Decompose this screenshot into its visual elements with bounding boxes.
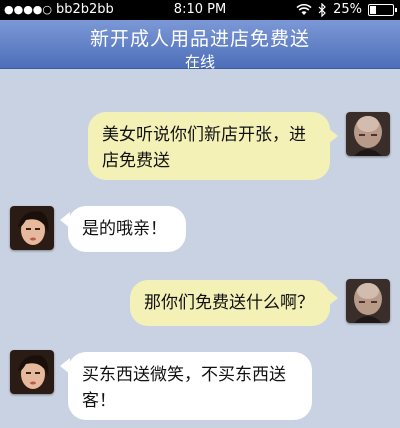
receiver-avatar[interactable] bbox=[10, 206, 54, 250]
bluetooth-icon bbox=[318, 2, 326, 17]
message-text: 那你们免费送什么啊？ bbox=[144, 293, 314, 313]
message-text: 是的哦亲！ bbox=[82, 219, 167, 239]
bald-man-avatar-icon bbox=[346, 112, 390, 156]
battery-percent: 25% bbox=[333, 2, 362, 17]
battery-fill bbox=[370, 5, 376, 14]
sender-avatar[interactable] bbox=[346, 279, 390, 323]
message-bubble-incoming: 是的哦亲！ bbox=[68, 206, 186, 252]
battery-icon bbox=[368, 3, 397, 16]
woman-avatar-icon bbox=[10, 350, 54, 394]
receiver-avatar[interactable] bbox=[10, 350, 54, 394]
bubble-tail bbox=[328, 128, 338, 144]
status-bar: ●●●●○ bb2b2bb 8:10 PM 25% bbox=[0, 0, 400, 20]
chat-header: 新开成人用品进店免费送 在线 bbox=[0, 20, 400, 71]
chat-title: 新开成人用品进店免费送 bbox=[89, 28, 310, 50]
chat-status: 在线 bbox=[184, 53, 215, 71]
bubble-tail bbox=[328, 290, 338, 306]
bald-man-avatar-icon bbox=[346, 279, 390, 323]
message-text: 买东西送微笑，不买东西送客！ bbox=[82, 365, 286, 411]
woman-avatar-icon bbox=[10, 206, 54, 250]
status-right: 25% bbox=[296, 2, 397, 17]
message-bubble-outgoing: 那你们免费送什么啊？ bbox=[130, 280, 330, 326]
message-text: 美女听说你们新店开张，进店免费送 bbox=[102, 125, 306, 171]
wifi-icon bbox=[296, 3, 312, 15]
message-bubble-incoming: 买东西送微笑，不买东西送客！ bbox=[68, 352, 312, 420]
sender-avatar[interactable] bbox=[346, 112, 390, 156]
message-bubble-outgoing: 美女听说你们新店开张，进店免费送 bbox=[88, 112, 330, 180]
